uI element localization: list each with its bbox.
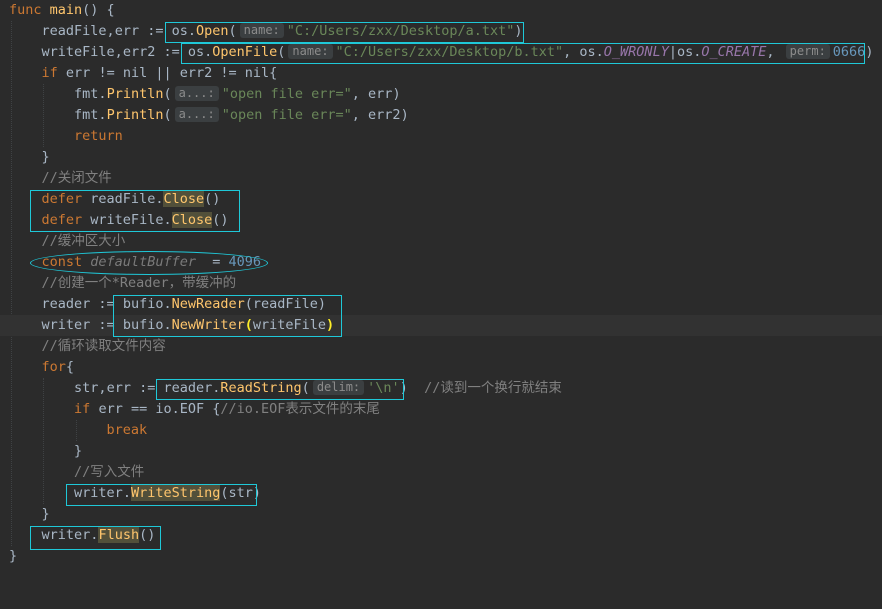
string-literal: "open file err=" — [221, 107, 352, 123]
keyword: if — [41, 65, 58, 81]
annotation-box-readstring — [156, 379, 404, 400]
keyword: return — [74, 128, 123, 144]
annotation-oval-const — [30, 251, 268, 275]
comment: //写入文件 — [74, 464, 145, 480]
code-line[interactable]: break — [0, 420, 882, 441]
code-line[interactable]: return — [0, 126, 882, 147]
annotation-box-defer-close — [30, 190, 240, 232]
code-line[interactable]: } — [0, 441, 882, 462]
comment: //缓冲区大小 — [41, 233, 126, 249]
function-call: Println — [106, 86, 164, 102]
operator: != nil || — [90, 65, 180, 81]
annotation-box-os-open — [165, 22, 524, 43]
code-line[interactable]: str,err := reader.ReadString(delim: '\n')… — [0, 378, 882, 399]
code-line[interactable]: if err != nil || err2 != nil{ — [0, 63, 882, 84]
identifier: err2 — [179, 65, 213, 81]
punctuation: , — [114, 44, 123, 60]
parameter-hint: a...: — [174, 86, 219, 101]
annotation-box-os-openfile — [181, 43, 865, 64]
code-line[interactable]: //循环读取文件内容 — [0, 336, 882, 357]
code-line[interactable]: //写入文件 — [0, 462, 882, 483]
annotation-box-flush — [30, 526, 161, 550]
code-line[interactable]: //缓冲区大小 — [0, 231, 882, 252]
string-literal: "open file err=" — [221, 86, 352, 102]
identifier: err — [368, 86, 393, 102]
code-line[interactable]: func main() { — [0, 0, 882, 21]
code-line[interactable]: } — [0, 147, 882, 168]
identifier: err — [114, 23, 140, 39]
punctuation: , — [106, 23, 115, 39]
code-line[interactable]: fmt.Println(a...: "open file err=", err) — [0, 84, 882, 105]
comment: //读到一个换行就结束 — [424, 380, 562, 396]
annotation-box-writestring — [66, 484, 257, 506]
identifier: readFile — [41, 23, 107, 39]
identifier: err — [65, 65, 91, 81]
punctuation: , — [98, 380, 107, 396]
code-line[interactable]: for{ — [0, 357, 882, 378]
identifier: err — [106, 380, 131, 396]
function-name: main — [49, 2, 83, 18]
code-line[interactable]: } — [0, 504, 882, 525]
operator: == — [122, 401, 156, 417]
identifier: EOF — [179, 401, 205, 417]
code-line[interactable]: //关闭文件 — [0, 168, 882, 189]
comment: //创建一个*Reader，带缓冲的 — [41, 275, 237, 291]
code-line[interactable]: if err == io.EOF {//io.EOF表示文件的末尾 — [0, 399, 882, 420]
identifier: reader — [41, 296, 91, 312]
comment: //关闭文件 — [41, 170, 112, 186]
identifier: err2 — [368, 107, 401, 123]
package-name: fmt — [74, 86, 99, 102]
code-editor[interactable]: func main() { readFile,err := os.Open(na… — [0, 0, 882, 564]
keyword: func — [9, 2, 42, 18]
keyword: break — [106, 422, 148, 438]
package-name: fmt — [74, 107, 99, 123]
identifier: err — [98, 401, 123, 417]
punctuation: () { — [82, 2, 115, 18]
annotation-box-bufio — [113, 295, 342, 337]
function-call: Println — [106, 107, 164, 123]
identifier: writer — [41, 317, 91, 333]
code-line[interactable]: //创建一个*Reader，带缓冲的 — [0, 273, 882, 294]
identifier: writeFile — [41, 44, 115, 60]
keyword: for — [41, 359, 66, 375]
identifier: str — [74, 380, 99, 396]
comment: //循环读取文件内容 — [41, 338, 166, 354]
comment: //io.EOF表示文件的末尾 — [220, 401, 380, 417]
identifier: err2 — [122, 44, 156, 60]
package-name: io — [155, 401, 172, 417]
keyword: if — [74, 401, 91, 417]
operator: != nil — [212, 65, 270, 81]
parameter-hint: a...: — [174, 107, 219, 122]
code-line[interactable]: fmt.Println(a...: "open file err=", err2) — [0, 105, 882, 126]
